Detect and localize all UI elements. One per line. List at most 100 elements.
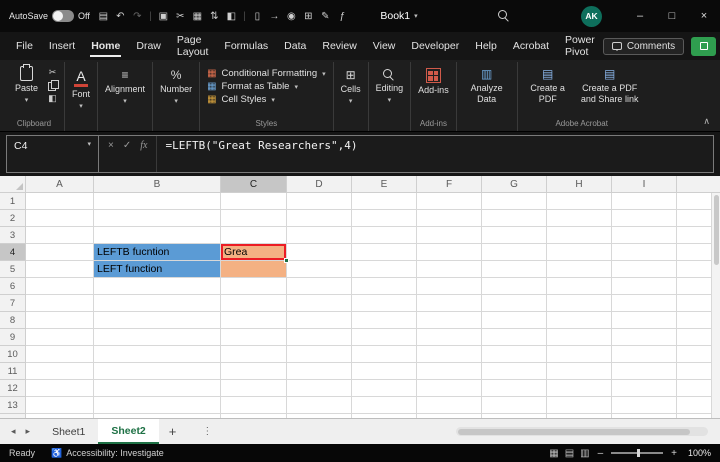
cell-I4[interactable] [612,244,677,261]
menu-tab-review[interactable]: Review [314,32,364,60]
cell-B9[interactable] [94,329,221,346]
menu-tab-draw[interactable]: Draw [128,32,169,60]
row-header-11[interactable]: 11 [0,363,26,380]
cell-B7[interactable] [94,295,221,312]
copy-button[interactable] [48,80,60,91]
cell-D4[interactable] [287,244,352,261]
cell-H12[interactable] [547,380,612,397]
zoom-level[interactable]: 100% [685,448,711,458]
cell-G1[interactable] [482,193,547,210]
minimize-button[interactable]: – [624,0,656,32]
comments-button[interactable]: Comments [602,37,685,55]
cell-B11[interactable] [94,363,221,380]
close-button[interactable]: × [688,0,720,32]
cell-G4[interactable] [482,244,547,261]
clipboard-icon[interactable]: ▣ [156,11,171,22]
cell-C11[interactable] [221,363,287,380]
redo-icon[interactable]: ↷ [130,11,145,22]
cell-D12[interactable] [287,380,352,397]
cell-I2[interactable] [612,210,677,227]
cell-C12[interactable] [221,380,287,397]
col-header-D[interactable]: D [287,176,352,193]
cell-I10[interactable] [612,346,677,363]
cell-G5[interactable] [482,261,547,278]
format-painter-icon[interactable]: ◧ [224,11,239,22]
cell-C2[interactable] [221,210,287,227]
cell-F12[interactable] [417,380,482,397]
menu-tab-home[interactable]: Home [83,32,128,60]
workbook-title[interactable]: Book1 ▾ [380,10,417,22]
cell-A11[interactable] [26,363,94,380]
cell-E4[interactable] [352,244,417,261]
cut-icon[interactable]: ✂ [173,11,188,22]
create-pdf-button[interactable]: ▤ Create a PDF [525,64,571,104]
cell-I12[interactable] [612,380,677,397]
search-button[interactable] [487,0,521,32]
cell-E11[interactable] [352,363,417,380]
cell-C13[interactable] [221,397,287,414]
menu-tab-view[interactable]: View [365,32,404,60]
cell-E6[interactable] [352,278,417,295]
row-header-4[interactable]: 4 [0,244,26,261]
cell-G13[interactable] [482,397,547,414]
undo-icon[interactable]: ↶ [113,11,128,22]
chart-icon[interactable]: ▦ [190,11,205,22]
menu-tab-page-layout[interactable]: Page Layout [169,32,217,60]
cell-F8[interactable] [417,312,482,329]
cell-I6[interactable] [612,278,677,295]
cell-F2[interactable] [417,210,482,227]
autosave-toggle[interactable] [52,10,75,22]
row-header-3[interactable]: 3 [0,227,26,244]
cell-G11[interactable] [482,363,547,380]
cell-A6[interactable] [26,278,94,295]
cell-I7[interactable] [612,295,677,312]
zoom-out-icon[interactable]: – [598,448,604,459]
autosave-control[interactable]: AutoSave Off [9,10,90,22]
cell-G7[interactable] [482,295,547,312]
sheet-next-icon[interactable]: ▸ [21,426,36,437]
enter-icon[interactable]: ✓ [123,140,131,151]
cell-F14[interactable] [417,414,482,418]
cell-A7[interactable] [26,295,94,312]
format-as-table-button[interactable]: ▦ Format as Table ▾ [207,81,298,92]
accessibility-status[interactable]: ♿ Accessibility: Investigate [51,448,164,459]
paste-button[interactable]: Paste ▾ [11,64,42,106]
row-header-10[interactable]: 10 [0,346,26,363]
cell-D3[interactable] [287,227,352,244]
cell-E2[interactable] [352,210,417,227]
cell-B5[interactable]: LEFT function [94,261,221,278]
cell-H13[interactable] [547,397,612,414]
cell-F11[interactable] [417,363,482,380]
cell-C10[interactable] [221,346,287,363]
row-header-6[interactable]: 6 [0,278,26,295]
cell-A5[interactable] [26,261,94,278]
table-icon[interactable]: ⊞ [301,11,316,22]
row-header-13[interactable]: 13 [0,397,26,414]
menu-tab-formulas[interactable]: Formulas [216,32,276,60]
cell-A1[interactable] [26,193,94,210]
cell-I5[interactable] [612,261,677,278]
cell-B4[interactable]: LEFTB fucntion [94,244,221,261]
cell-E14[interactable] [352,414,417,418]
cell-C1[interactable] [221,193,287,210]
row-header-12[interactable]: 12 [0,380,26,397]
create-pdf-share-button[interactable]: ▤ Create a PDF and Share link [581,64,639,104]
cell-G10[interactable] [482,346,547,363]
cell-H1[interactable] [547,193,612,210]
cell-C4[interactable]: Grea [221,244,289,263]
cell-I9[interactable] [612,329,677,346]
vertical-scrollbar[interactable] [711,193,720,418]
view-normal-icon[interactable]: ▦ [549,448,558,459]
col-header-H[interactable]: H [547,176,612,193]
cell-B12[interactable] [94,380,221,397]
cell-I3[interactable] [612,227,677,244]
cell-B13[interactable] [94,397,221,414]
zoom-slider-handle[interactable] [637,449,641,457]
cell-G9[interactable] [482,329,547,346]
redo-arrow-icon[interactable]: → [267,11,282,22]
cell-F7[interactable] [417,295,482,312]
row-header-8[interactable]: 8 [0,312,26,329]
cell-D8[interactable] [287,312,352,329]
cell-C3[interactable] [221,227,287,244]
cell-D11[interactable] [287,363,352,380]
